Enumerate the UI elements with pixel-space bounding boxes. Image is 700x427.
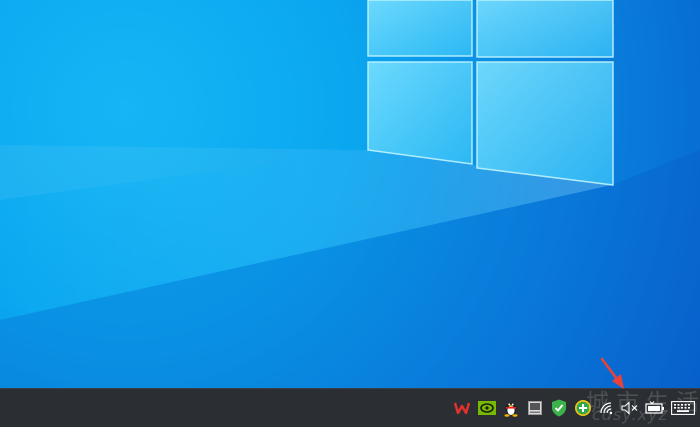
wifi-icon[interactable] (597, 389, 619, 427)
windows-logo-light (0, 0, 700, 388)
green-plus-icon[interactable] (572, 389, 594, 427)
volume-muted-icon[interactable] (619, 389, 641, 427)
security-shield-icon[interactable] (548, 389, 570, 427)
taskbar (0, 388, 700, 427)
desktop-wallpaper (0, 0, 700, 388)
battery-icon[interactable] (644, 389, 666, 427)
nvidia-icon[interactable] (476, 389, 498, 427)
wps-office-icon[interactable] (451, 389, 473, 427)
windows-logo (367, 0, 614, 186)
keyboard-icon[interactable] (670, 389, 696, 427)
tablet-app-icon[interactable] (524, 389, 546, 427)
qq-penguin-icon[interactable] (500, 389, 522, 427)
